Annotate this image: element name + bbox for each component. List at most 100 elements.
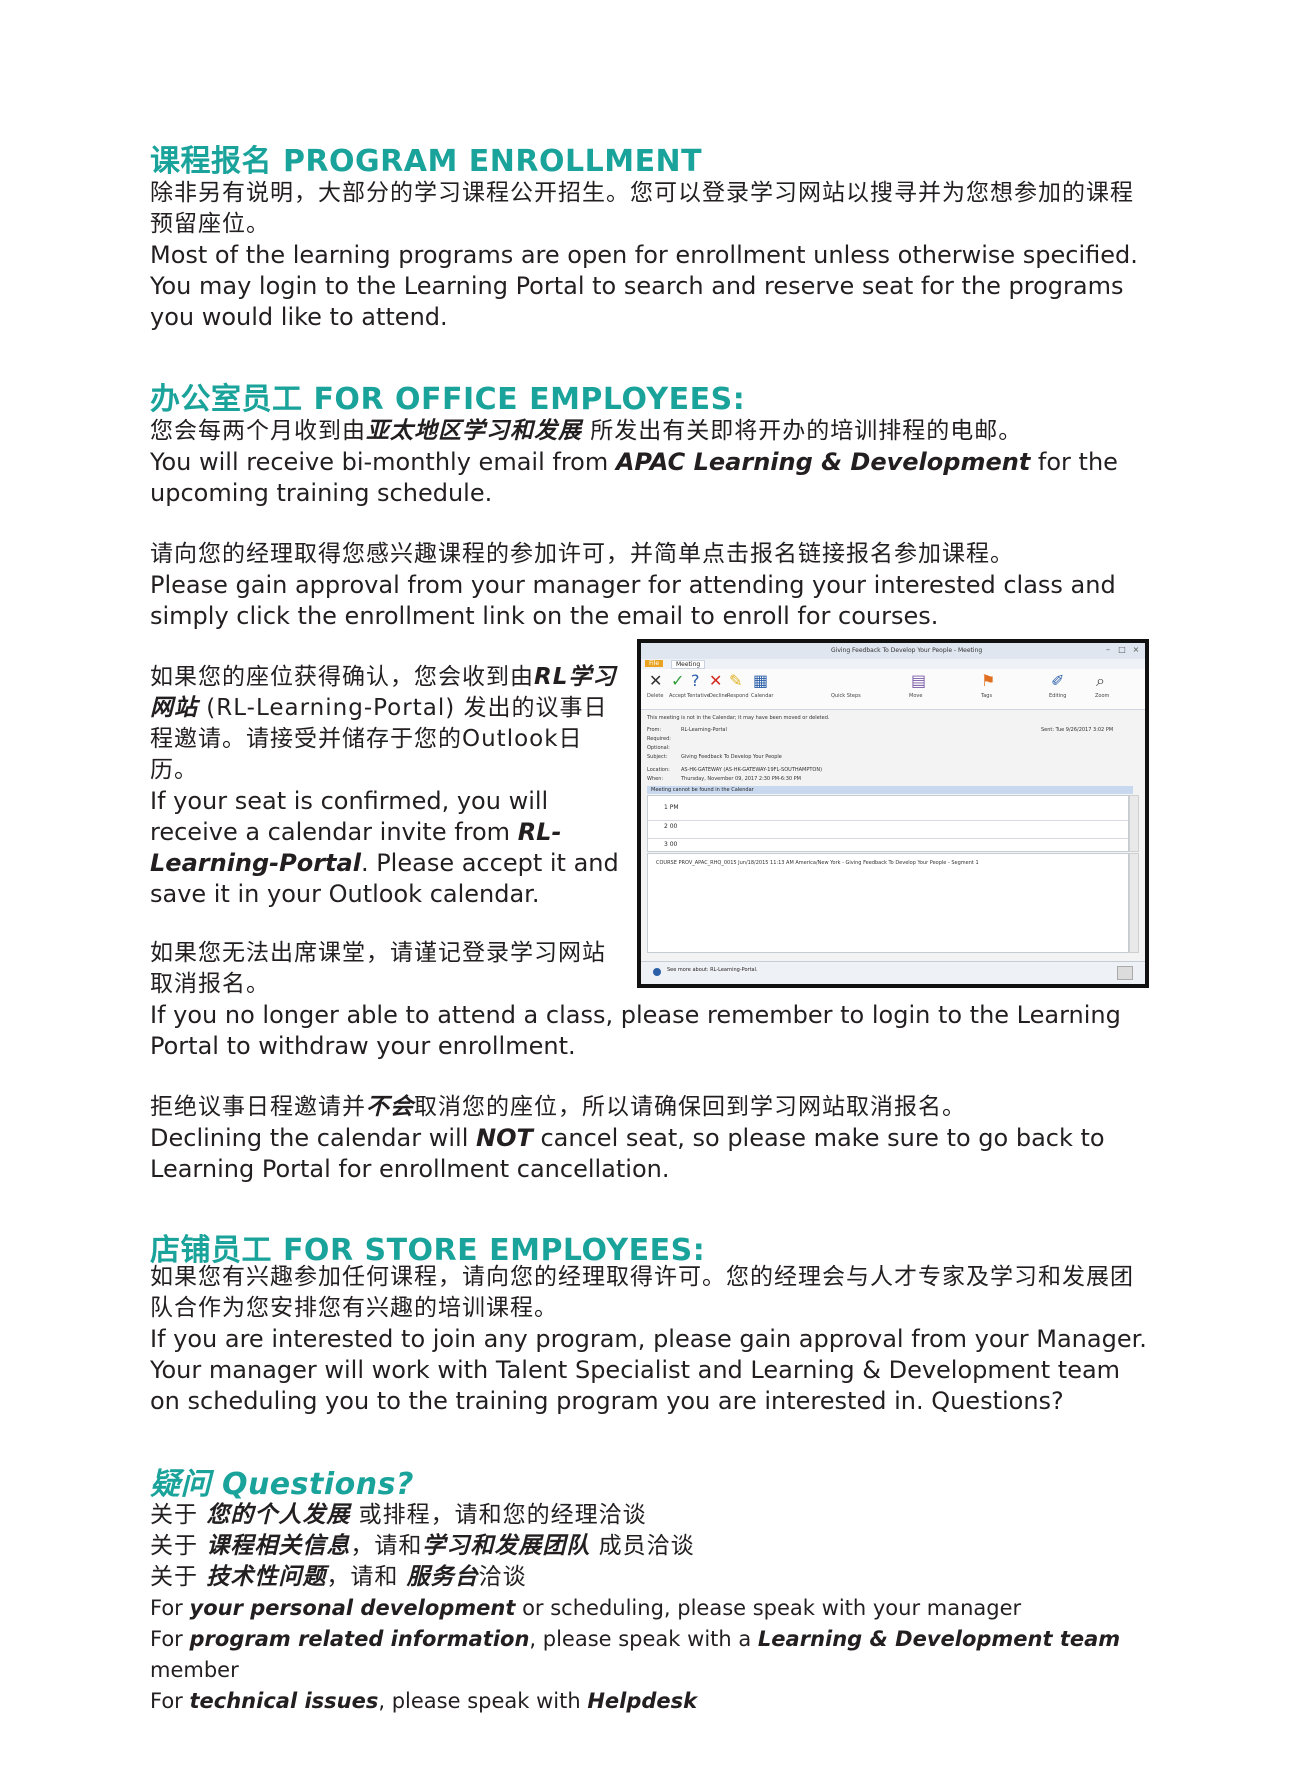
text: 学习和发展团队: [422, 1533, 591, 1559]
from-value: RL-Learning-Portal: [681, 727, 727, 733]
ribbon-label: Delete: [647, 693, 664, 699]
text: 拒绝议事日程邀请并: [150, 1094, 366, 1120]
move-icon: ▤: [911, 671, 927, 690]
enrollment-text: 除非另有说明，大部分的学习课程公开招生。您可以登录学习网站以搜寻并为您想参加的课…: [150, 178, 1150, 333]
ribbon: ✕ ✓ ? ✕ ✎ ▦ ▤ ⚑ ✐ ⌕ Delete Accept Tentat…: [641, 669, 1145, 710]
editing-icon: ✐: [1051, 671, 1065, 690]
section-heading-office: 办公室员工 FOR OFFICE EMPLOYEES:: [150, 382, 746, 417]
text: If your seat is confirmed, you will rece…: [150, 787, 549, 846]
apac-ld-zh: 亚太地区学习和发展: [366, 418, 582, 444]
enrollment-zh: 除非另有说明，大部分的学习课程公开招生。您可以登录学习网站以搜寻并为您想参加的课…: [150, 180, 1134, 237]
location-value: AS-HK-GATEWAY (AS-HK-GATEWAY-19FL-SOUTHA…: [681, 767, 823, 773]
body-line: COURSE PROV_APAC_RHQ_0015 Jun/18/2015 11…: [656, 860, 979, 866]
zoom-icon: ⌕: [1096, 671, 1105, 690]
office-p2-en: Please gain approval from your manager f…: [150, 571, 1116, 630]
text: Helpdesk: [587, 1689, 698, 1713]
questions-text: 关于 您的个人发展 或排程，请和您的经理洽谈 关于 课程相关信息，请和学习和发展…: [150, 1500, 1150, 1717]
delete-icon: ✕: [649, 671, 663, 690]
minimize-icon: –: [1106, 645, 1110, 654]
text: 服务台: [406, 1564, 479, 1590]
hour-label: 1 PM: [664, 804, 679, 811]
office-p5: 拒绝议事日程邀请并不会取消您的座位，所以请确保回到学习网站取消报名。 Decli…: [150, 1092, 1150, 1185]
text: member: [150, 1658, 239, 1682]
text: 关于: [150, 1502, 207, 1528]
subject-value: Giving Feedback To Develop Your People: [681, 754, 782, 760]
office-p2-zh: 请向您的经理取得您感兴趣课程的参加许可，并简单点击报名链接报名参加课程。: [150, 541, 1014, 567]
text: 取消您的座位，所以请确保回到学习网站取消报名。: [414, 1094, 966, 1120]
calendar-scrollbar[interactable]: [1129, 795, 1139, 852]
calendar-hour-row: 3 00: [648, 838, 1128, 848]
text: or scheduling, please speak with your ma…: [515, 1596, 1022, 1620]
text: 技术性问题: [206, 1564, 327, 1590]
people-pane: See more about: RL-Learning-Portal.: [641, 961, 1145, 984]
body-scrollbar[interactable]: [1129, 853, 1139, 953]
required-label: Required:: [647, 736, 671, 742]
calendar-hour-row: 2 00: [648, 820, 1128, 830]
text: program related information: [189, 1627, 530, 1651]
respond-icon: ✎: [729, 671, 743, 690]
expand-button[interactable]: [1117, 966, 1133, 980]
from-label: From:: [647, 727, 662, 733]
ribbon-label: Zoom: [1095, 693, 1110, 699]
not-zh: 不会: [366, 1094, 414, 1120]
tentative-icon: ?: [691, 671, 700, 690]
text: For: [150, 1689, 190, 1713]
text: your personal development: [189, 1596, 516, 1620]
tab-file: File: [645, 660, 664, 667]
people-pane-text: See more about: RL-Learning-Portal.: [667, 967, 758, 973]
tags-icon: ⚑: [981, 671, 996, 690]
tab-meeting: Meeting: [671, 660, 706, 669]
subject-label: Subject:: [647, 754, 668, 760]
office-p4-zh: 如果您无法出席课堂，请谨记登录学习网站取消报名。: [150, 940, 606, 997]
text: 如果您的座位获得确认，您会收到由: [150, 664, 534, 690]
calendar-notice-bar: Meeting cannot be found in the Calendar: [647, 786, 1133, 794]
ribbon-label: Editing: [1049, 693, 1067, 699]
close-icon: ×: [1132, 645, 1140, 654]
ribbon-label: Respond: [727, 693, 749, 699]
ribbon-label: Decline: [709, 693, 728, 699]
apac-ld-en: APAC Learning & Development: [615, 448, 1031, 476]
notice-text: This meeting is not in the Calendar; it …: [647, 715, 830, 721]
section-heading-enrollment: 课程报名 PROGRAM ENROLLMENT: [150, 144, 703, 179]
text: 关于: [150, 1564, 207, 1590]
calendar-preview: 1 PM 2 00 3 00: [647, 795, 1129, 852]
text: 您的个人发展: [206, 1502, 351, 1528]
office-p1: 您会每两个月收到由亚太地区学习和发展 所发出有关即将开办的培训排程的电邮。 Yo…: [150, 416, 1150, 509]
ribbon-label: Tags: [981, 693, 993, 699]
ribbon-tabs: File Meeting: [641, 659, 1145, 669]
enrollment-en: Most of the learning programs are open f…: [150, 241, 1138, 331]
info-icon: [653, 968, 661, 976]
when-label: When:: [647, 776, 664, 782]
ribbon-label: Quick Steps: [831, 693, 861, 699]
ribbon-label: Calendar: [751, 693, 774, 699]
text: You will receive bi-monthly email from: [150, 448, 616, 476]
text: Declining the calendar will: [150, 1124, 476, 1152]
outlook-meeting-screenshot: Giving Feedback To Develop Your People -…: [637, 639, 1149, 988]
maximize-icon: □: [1118, 645, 1126, 654]
text: For: [150, 1596, 190, 1620]
window-title: Giving Feedback To Develop Your People -…: [831, 647, 983, 654]
text: 成员洽谈: [590, 1533, 695, 1559]
optional-label: Optional:: [647, 745, 670, 751]
text: ，请和: [350, 1533, 423, 1559]
text: 您会每两个月收到由: [150, 418, 366, 444]
text: 关于: [150, 1533, 207, 1559]
office-p3: 如果您的座位获得确认，您会收到由RL学习网站 (RL-Learning-Port…: [150, 662, 620, 910]
text: , please speak with a: [529, 1627, 758, 1651]
text: 课程相关信息: [206, 1533, 351, 1559]
text: For: [150, 1627, 190, 1651]
window-titlebar: Giving Feedback To Develop Your People -…: [641, 643, 1145, 659]
accept-icon: ✓: [671, 671, 685, 690]
office-p4-en: If you no longer able to attend a class,…: [150, 1001, 1121, 1060]
text: technical issues: [189, 1689, 379, 1713]
ribbon-label: Tentative: [687, 693, 710, 699]
when-value: Thursday, November 09, 2017 2:30 PM-6:30…: [681, 776, 801, 782]
not-en: NOT: [476, 1124, 533, 1152]
ribbon-label: Accept: [669, 693, 687, 699]
location-label: Location:: [647, 767, 670, 773]
text: 或排程，请和您的经理洽谈: [350, 1502, 647, 1528]
hour-label: 2 00: [664, 823, 678, 830]
message-body: COURSE PROV_APAC_RHQ_0015 Jun/18/2015 11…: [647, 853, 1129, 953]
calendar-icon: ▦: [753, 671, 769, 690]
ribbon-label: Move: [909, 693, 923, 699]
